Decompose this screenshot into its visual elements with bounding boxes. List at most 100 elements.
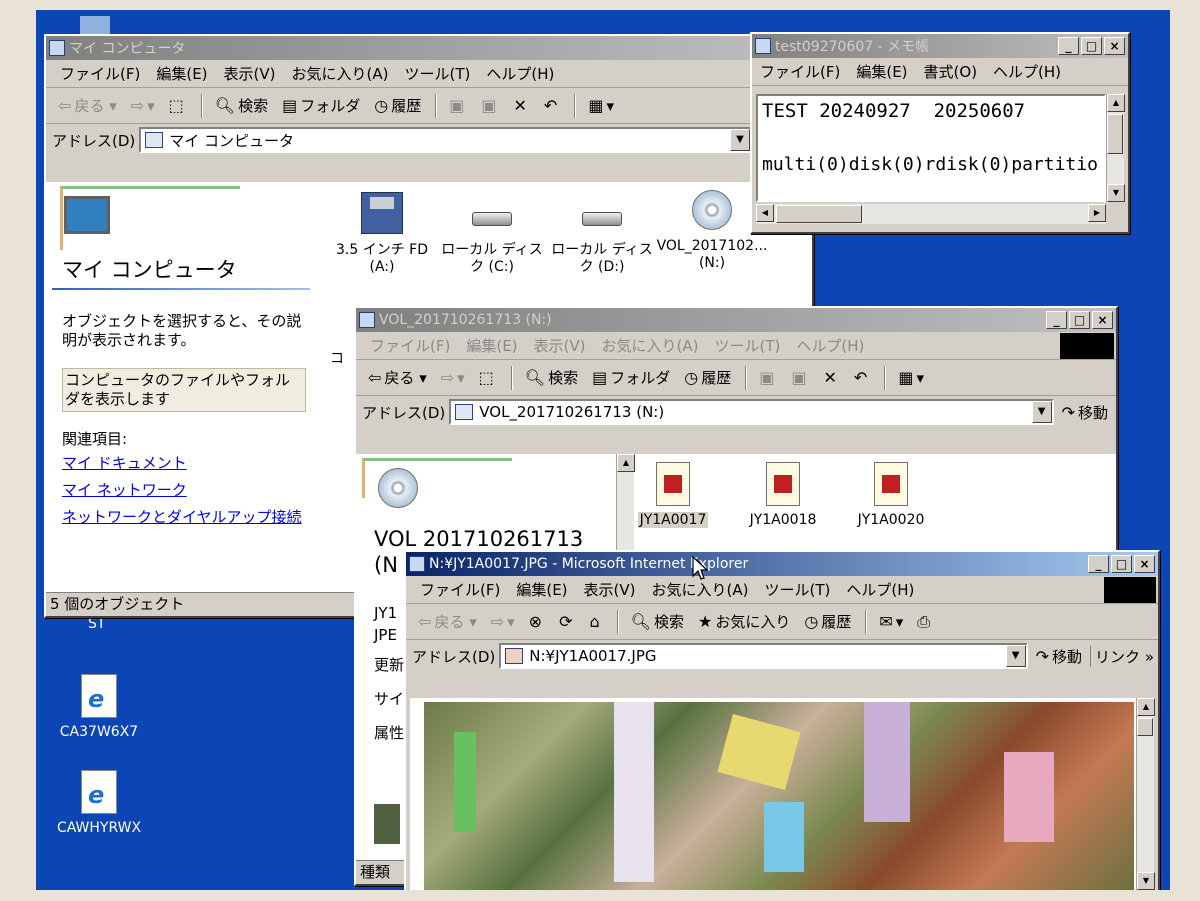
scroll-up-button[interactable]: ▲ xyxy=(1107,94,1125,112)
menu-file[interactable]: ファイル(F) xyxy=(60,63,140,84)
close-button[interactable]: × xyxy=(1104,37,1125,55)
menu-file[interactable]: ファイル(F) xyxy=(370,335,450,356)
up-folder-button[interactable]: ⬚ xyxy=(479,368,497,387)
menu-favorites[interactable]: お気に入り(A) xyxy=(602,335,699,356)
address-dropdown-button[interactable]: ▼ xyxy=(730,129,750,151)
menu-help[interactable]: ヘルプ(H) xyxy=(846,579,914,600)
maximize-button[interactable]: □ xyxy=(1069,311,1090,329)
desktop-icon-partial[interactable] xyxy=(80,16,110,36)
address-input[interactable]: N:¥JY1A0017.JPG ▼ xyxy=(499,643,1028,669)
forward-button[interactable]: ⇨ ▾ xyxy=(441,368,465,387)
menu-file[interactable]: ファイル(F) xyxy=(760,61,840,82)
menu-favorites[interactable]: お気に入り(A) xyxy=(292,63,389,84)
history-button[interactable]: ◷ 履歴 xyxy=(804,611,851,632)
menu-file[interactable]: ファイル(F) xyxy=(420,579,500,600)
link-my-documents[interactable]: マイ ドキュメント xyxy=(62,452,302,473)
title-bar[interactable]: test09270607 - メモ帳 _ □ × xyxy=(752,34,1128,58)
scroll-down-button[interactable]: ▼ xyxy=(1137,872,1155,890)
menu-help[interactable]: ヘルプ(H) xyxy=(993,61,1061,82)
back-button[interactable]: ⇦ 戻る ▾ xyxy=(368,367,427,388)
menu-edit[interactable]: 編集(E) xyxy=(516,579,567,600)
menu-tools[interactable]: ツール(T) xyxy=(404,63,470,84)
forward-button[interactable]: ⇨ ▾ xyxy=(491,612,515,631)
history-button[interactable]: ◷ 履歴 xyxy=(684,367,731,388)
scroll-down-button[interactable]: ▼ xyxy=(1107,184,1125,202)
undo-button[interactable]: ↶ xyxy=(544,96,560,115)
address-dropdown-button[interactable]: ▼ xyxy=(1031,401,1052,423)
delete-button[interactable]: ✕ xyxy=(514,96,530,115)
link-my-network[interactable]: マイ ネットワーク xyxy=(62,479,302,500)
refresh-button[interactable]: ⟳ xyxy=(559,612,575,631)
file-jy1a0018[interactable]: JY1A0018 xyxy=(728,462,838,528)
horizontal-scrollbar[interactable]: ◀ ▶ xyxy=(756,204,1106,224)
scroll-thumb[interactable] xyxy=(776,205,862,223)
favorites-button[interactable]: ★ お気に入り xyxy=(698,611,790,632)
menu-edit[interactable]: 編集(E) xyxy=(156,63,207,84)
links-button[interactable]: リンク » xyxy=(1090,645,1154,667)
mail-button[interactable]: ✉ ▾ xyxy=(879,612,903,631)
history-button[interactable]: ◷ 履歴 xyxy=(374,95,421,116)
menu-tools[interactable]: ツール(T) xyxy=(714,335,780,356)
scroll-left-button[interactable]: ◀ xyxy=(756,204,774,222)
text-area[interactable]: TEST 20240927 20250607 multi(0)disk(0)rd… xyxy=(756,94,1106,202)
title-bar[interactable]: マイ コンピュータ xyxy=(46,36,812,60)
address-input[interactable]: VOL_201710261713 (N:) ▼ xyxy=(449,399,1054,425)
go-button[interactable]: ↷ 移動 xyxy=(1062,402,1108,423)
address-dropdown-button[interactable]: ▼ xyxy=(1005,645,1026,667)
scroll-up-button[interactable]: ▲ xyxy=(1137,698,1155,716)
up-folder-button[interactable]: ⬚ xyxy=(169,96,187,115)
vertical-scrollbar[interactable]: ▲ ▼ xyxy=(1136,698,1155,890)
go-button[interactable]: ↷ 移動 xyxy=(1036,646,1082,667)
menu-format[interactable]: 書式(O) xyxy=(924,61,978,82)
back-button[interactable]: ⇦ 戻る ▾ xyxy=(58,95,117,116)
views-button[interactable]: ▦ ▾ xyxy=(898,368,924,387)
link-network-dialup[interactable]: ネットワークとダイヤルアップ接続 xyxy=(62,506,302,527)
print-button[interactable]: ⎙ xyxy=(917,612,933,632)
photo-image[interactable] xyxy=(424,702,1134,890)
menu-edit[interactable]: 編集(E) xyxy=(466,335,517,356)
drive-c[interactable]: ローカル ディス ク (C:) xyxy=(432,192,552,276)
menu-view[interactable]: 表示(V) xyxy=(224,63,276,84)
folders-button[interactable]: ▤ フォルダ xyxy=(282,95,360,116)
scroll-thumb[interactable] xyxy=(1107,114,1123,154)
menu-view[interactable]: 表示(V) xyxy=(584,579,636,600)
folders-button[interactable]: ▤ フォルダ xyxy=(592,367,670,388)
search-button[interactable]: 🔍︎ 検索 xyxy=(631,611,684,632)
maximize-button[interactable]: □ xyxy=(1111,555,1132,573)
file-jy1a0017[interactable]: JY1A0017 xyxy=(618,462,728,528)
stop-button[interactable]: ⊗ xyxy=(529,612,545,631)
close-button[interactable]: × xyxy=(1134,555,1155,573)
desktop-icon-cawhyrwx[interactable]: e CAWHYRWX xyxy=(44,770,154,836)
file-jy1a0020[interactable]: JY1A0020 xyxy=(836,462,946,528)
maximize-button[interactable]: □ xyxy=(1081,37,1102,55)
back-button[interactable]: ⇦ 戻る ▾ xyxy=(418,611,477,632)
move-to-button[interactable]: ▣ xyxy=(759,368,777,387)
forward-button[interactable]: ⇨ ▾ xyxy=(131,96,155,115)
title-bar[interactable]: VOL_201710261713 (N:) _ □ × xyxy=(356,308,1116,332)
drive-a[interactable]: 3.5 インチ FD (A:) xyxy=(322,192,442,276)
move-to-button[interactable]: ▣ xyxy=(449,96,467,115)
desktop-icon-ca37w6x7[interactable]: e CA37W6X7 xyxy=(44,674,154,740)
delete-button[interactable]: ✕ xyxy=(824,368,840,387)
address-input[interactable]: マイ コンピュータ ▼ xyxy=(139,127,752,153)
scroll-thumb[interactable] xyxy=(1137,718,1153,736)
drive-d[interactable]: ローカル ディス ク (D:) xyxy=(542,192,662,276)
minimize-button[interactable]: _ xyxy=(1058,37,1079,55)
views-button[interactable]: ▦ ▾ xyxy=(588,96,614,115)
copy-to-button[interactable]: ▣ xyxy=(791,368,809,387)
undo-button[interactable]: ↶ xyxy=(854,368,870,387)
copy-to-button[interactable]: ▣ xyxy=(481,96,499,115)
home-button[interactable]: ⌂ xyxy=(589,612,602,631)
menu-help[interactable]: ヘルプ(H) xyxy=(796,335,864,356)
minimize-button[interactable]: _ xyxy=(1046,311,1067,329)
menu-tools[interactable]: ツール(T) xyxy=(764,579,830,600)
search-button[interactable]: 🔍︎ 検索 xyxy=(215,95,268,116)
close-button[interactable]: × xyxy=(1092,311,1113,329)
vertical-scrollbar[interactable]: ▲ ▼ xyxy=(1106,94,1125,202)
menu-view[interactable]: 表示(V) xyxy=(534,335,586,356)
minimize-button[interactable]: _ xyxy=(1088,555,1109,573)
search-button[interactable]: 🔍︎ 検索 xyxy=(525,367,578,388)
title-bar[interactable]: N:¥JY1A0017.JPG - Microsoft Internet Exp… xyxy=(406,552,1158,576)
scroll-right-button[interactable]: ▶ xyxy=(1088,204,1106,222)
menu-help[interactable]: ヘルプ(H) xyxy=(486,63,554,84)
